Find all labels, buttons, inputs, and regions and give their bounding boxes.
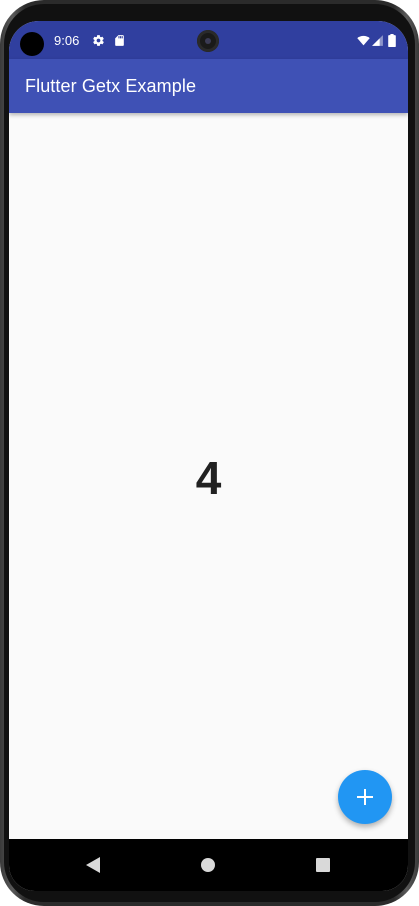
- add-button[interactable]: [338, 770, 392, 824]
- status-bar: 9:06: [9, 21, 408, 59]
- battery-icon: [387, 34, 397, 47]
- recents-icon[interactable]: [311, 853, 335, 877]
- counter-value: 4: [195, 452, 222, 504]
- home-icon[interactable]: [196, 853, 220, 877]
- signal-icon: [371, 34, 384, 47]
- gear-icon: [92, 34, 105, 47]
- camera-cutout: [20, 32, 44, 56]
- wifi-icon: [357, 34, 370, 47]
- back-icon[interactable]: [81, 853, 105, 877]
- app-bar: Flutter Getx Example: [9, 59, 408, 113]
- add-icon: [357, 789, 373, 805]
- navigation-bar: [9, 839, 408, 891]
- sd-card-icon: [113, 34, 126, 47]
- main-content: 4: [9, 113, 408, 839]
- phone-screen: 9:06 Flutter Getx Example 4: [9, 21, 408, 891]
- app-title: Flutter Getx Example: [25, 76, 197, 96]
- front-camera: [197, 30, 219, 52]
- status-time: 9:06: [54, 33, 80, 48]
